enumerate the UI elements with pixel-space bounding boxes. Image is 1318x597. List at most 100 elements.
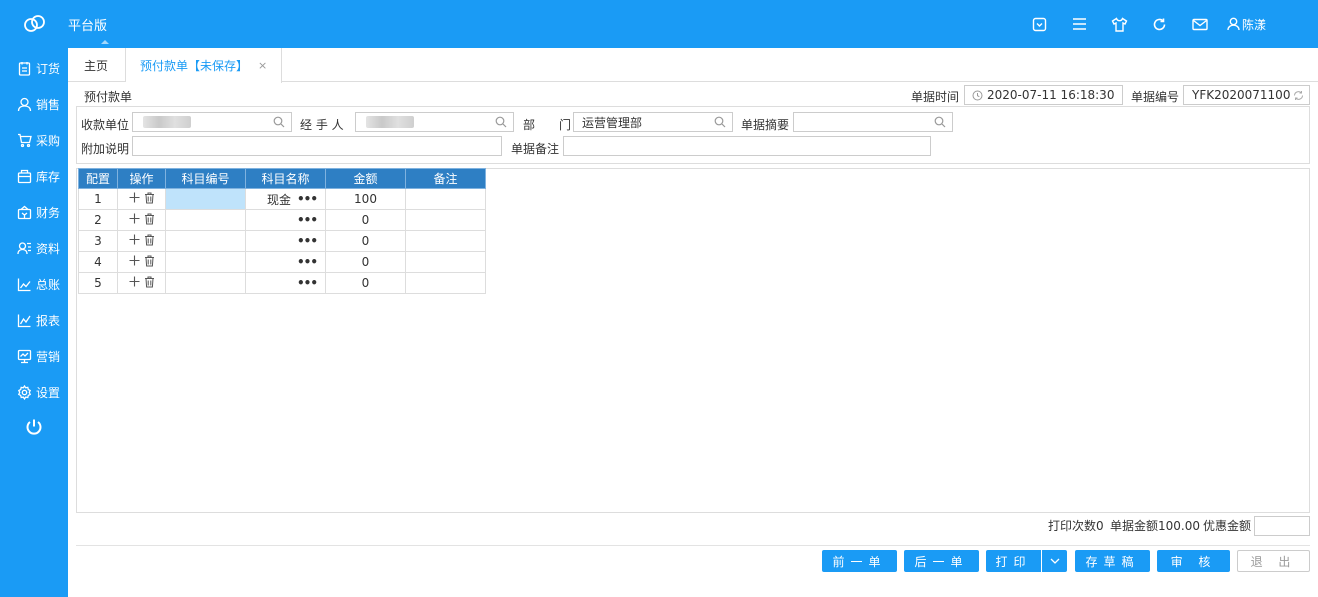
department-value: 运营管理部 — [582, 115, 643, 130]
column-header-config[interactable]: 配置 — [78, 168, 118, 189]
column-header-account-code: 科目编号 — [165, 168, 246, 189]
power-icon[interactable] — [25, 418, 43, 436]
sidebar-item-sales[interactable]: 销售 — [0, 89, 68, 119]
menu-icon[interactable] — [1071, 15, 1089, 33]
cell-amount[interactable]: 100 — [325, 188, 406, 210]
handler-label: 经 手 人 — [300, 118, 344, 132]
tab-prepayment[interactable]: 预付款单【未保存】 × — [126, 48, 282, 83]
sidebar-item-finance[interactable]: 财务 — [0, 197, 68, 227]
add-row-icon[interactable] — [129, 276, 140, 287]
prev-document-button[interactable]: 前一单 — [822, 550, 897, 572]
sidebar-item-order[interactable]: 订货 — [0, 53, 68, 83]
table-row[interactable]: 5 ••• 0 — [78, 272, 486, 294]
sidebar-item-inventory[interactable]: 库存 — [0, 161, 68, 191]
sidebar-item-marketing[interactable]: 营销 — [0, 341, 68, 371]
cell-account-name[interactable]: 现金 ••• — [245, 188, 326, 210]
payee-input[interactable] — [132, 112, 292, 132]
print-dropdown[interactable] — [1041, 550, 1067, 572]
sidebar-item-purchase[interactable]: 采购 — [0, 125, 68, 155]
cell-amount[interactable]: 0 — [325, 230, 406, 252]
add-row-icon[interactable] — [129, 192, 140, 203]
cell-amount[interactable]: 0 — [325, 209, 406, 231]
cell-account-name[interactable]: ••• — [245, 272, 326, 294]
cell-account-code[interactable] — [165, 230, 246, 252]
table-row[interactable]: 3 ••• 0 — [78, 230, 486, 252]
more-icon[interactable]: ••• — [297, 255, 318, 269]
doc-time-value: 2020-07-11 16:18:30 — [987, 88, 1115, 102]
close-icon[interactable]: × — [258, 59, 267, 72]
delete-row-icon[interactable] — [144, 276, 155, 288]
extra-note-input[interactable] — [132, 136, 502, 156]
table-row[interactable]: 4 ••• 0 — [78, 251, 486, 273]
more-icon[interactable]: ••• — [297, 213, 318, 227]
user-menu[interactable]: 陈漾 — [1227, 16, 1266, 33]
contacts-icon — [17, 241, 31, 254]
search-icon[interactable] — [934, 116, 946, 128]
collapse-icon[interactable] — [1031, 15, 1049, 33]
tab-home[interactable]: 主页 — [76, 48, 126, 82]
next-document-button[interactable]: 后一单 — [904, 550, 979, 572]
shirt-icon[interactable] — [1111, 15, 1129, 33]
finance-icon — [17, 205, 32, 219]
delete-row-icon[interactable] — [144, 213, 155, 225]
delete-row-icon[interactable] — [144, 234, 155, 246]
cell-amount[interactable]: 0 — [325, 272, 406, 294]
save-draft-button[interactable]: 存草稿 — [1075, 550, 1150, 572]
cell-account-name[interactable]: ••• — [245, 209, 326, 231]
more-icon[interactable]: ••• — [297, 276, 318, 290]
table-row[interactable]: 2 ••• 0 — [78, 209, 486, 231]
add-row-icon[interactable] — [129, 255, 140, 266]
delete-row-icon[interactable] — [144, 192, 155, 204]
more-icon[interactable]: ••• — [297, 234, 318, 248]
cell-account-code[interactable] — [165, 272, 246, 294]
print-count: 打印次数0 — [1048, 519, 1104, 533]
refresh-icon[interactable] — [1151, 15, 1169, 33]
sidebar-item-label: 采购 — [36, 133, 61, 148]
cart-icon — [18, 133, 32, 147]
print-button[interactable]: 打印 — [986, 550, 1041, 572]
cell-account-code[interactable] — [165, 209, 246, 231]
cell-account-name[interactable]: ••• — [245, 230, 326, 252]
add-row-icon[interactable] — [129, 213, 140, 224]
department-input[interactable]: 运营管理部 — [573, 112, 733, 132]
row-operations — [117, 230, 166, 252]
brand-title[interactable]: 平台版 — [68, 15, 107, 34]
cell-account-code[interactable] — [165, 251, 246, 273]
cell-account-name[interactable]: ••• — [245, 251, 326, 273]
add-row-icon[interactable] — [129, 234, 140, 245]
report-icon — [17, 314, 31, 327]
sidebar-item-data[interactable]: 资料 — [0, 233, 68, 263]
row-operations — [117, 251, 166, 273]
brand-caret-icon — [101, 40, 109, 44]
search-icon[interactable] — [273, 116, 285, 128]
mail-icon[interactable] — [1191, 15, 1209, 33]
more-icon[interactable]: ••• — [297, 192, 318, 206]
doc-number-field[interactable]: YFK2020071100 — [1183, 85, 1310, 105]
account-name-value: 现金 — [266, 192, 291, 207]
audit-button[interactable]: 审 核 — [1157, 550, 1230, 572]
exit-button: 退 出 — [1237, 550, 1310, 572]
regenerate-icon[interactable] — [1293, 90, 1304, 101]
redacted-value — [366, 116, 414, 128]
cell-note[interactable] — [405, 209, 486, 231]
handler-input[interactable] — [355, 112, 514, 132]
cell-amount[interactable]: 0 — [325, 251, 406, 273]
summary-input[interactable] — [793, 112, 953, 132]
cell-note[interactable] — [405, 272, 486, 294]
doc-time-field[interactable]: 2020-07-11 16:18:30 — [964, 85, 1123, 105]
search-icon[interactable] — [714, 116, 726, 128]
table-row[interactable]: 1 现金 ••• 100 — [78, 188, 486, 210]
cell-account-code[interactable] — [165, 188, 246, 210]
search-icon[interactable] — [495, 116, 507, 128]
sidebar-item-label: 设置 — [36, 385, 61, 400]
sidebar-item-ledger[interactable]: 总账 — [0, 269, 68, 299]
sidebar-item-settings[interactable]: 设置 — [0, 377, 68, 407]
cell-note[interactable] — [405, 188, 486, 210]
cell-note[interactable] — [405, 230, 486, 252]
sidebar-item-report[interactable]: 报表 — [0, 305, 68, 335]
top-bar: 平台版 陈漾 — [0, 0, 1318, 48]
discount-input[interactable] — [1254, 516, 1310, 536]
delete-row-icon[interactable] — [144, 255, 155, 267]
cell-note[interactable] — [405, 251, 486, 273]
remark-input[interactable] — [563, 136, 931, 156]
